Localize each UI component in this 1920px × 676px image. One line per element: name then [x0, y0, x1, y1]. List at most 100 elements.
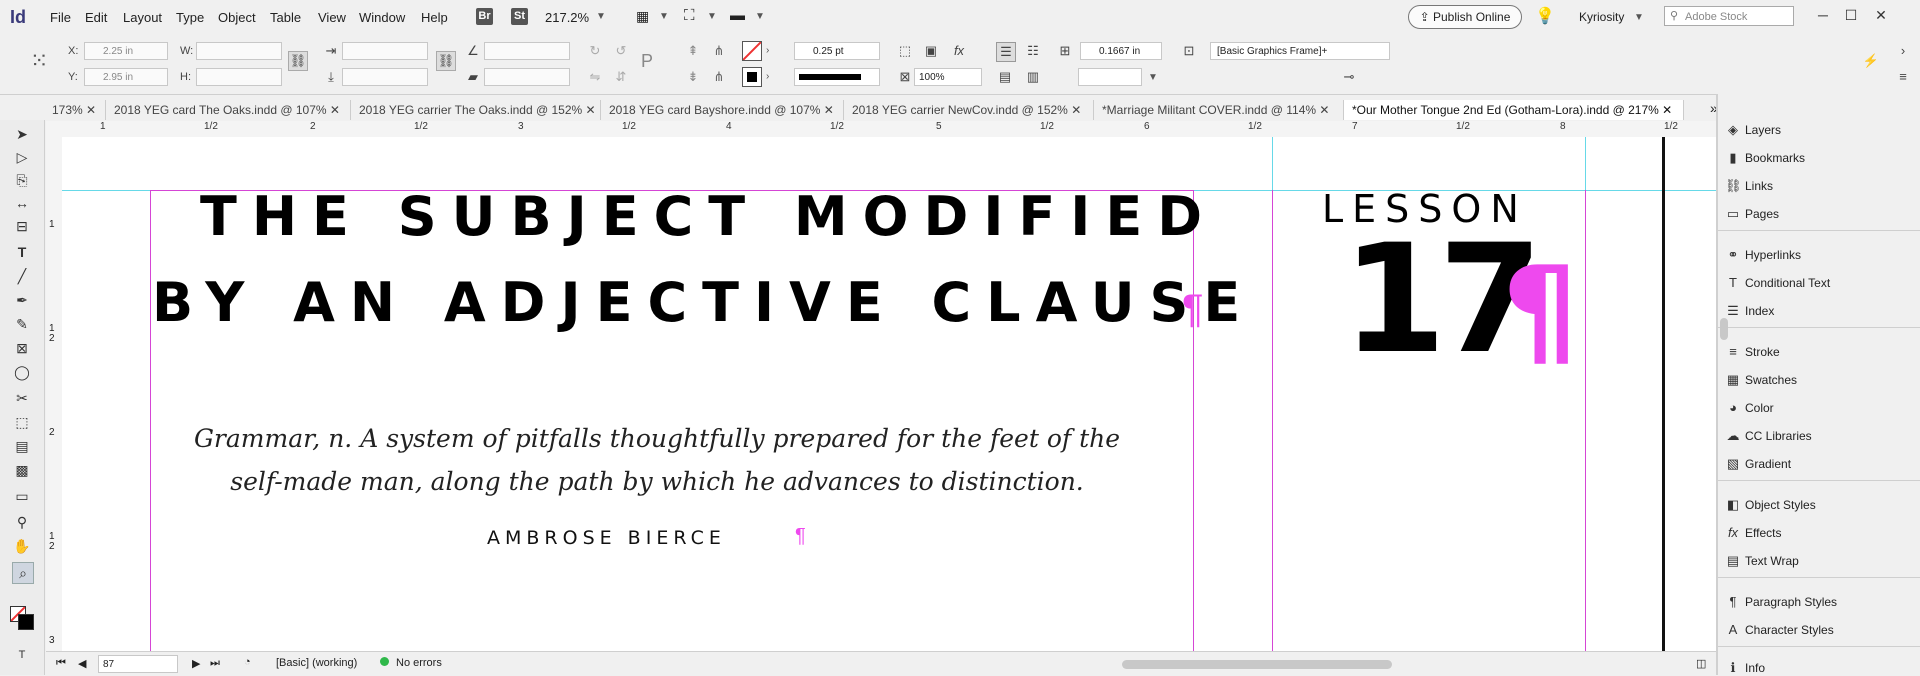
corner-options-field[interactable]	[1078, 68, 1142, 86]
menu-layout[interactable]: Layout	[123, 10, 162, 25]
select-content-icon[interactable]: ⇟	[684, 68, 702, 86]
panel-splitter[interactable]	[1716, 94, 1718, 675]
w-field[interactable]	[196, 42, 282, 60]
ellipse-tool-icon[interactable]: ◯	[12, 362, 32, 382]
rotate-cw-icon[interactable]: ↻	[586, 42, 604, 60]
chapter-title-line-1[interactable]: THE SUBJECT MODIFIED	[200, 185, 1217, 248]
fill-none-swatch[interactable]	[742, 41, 762, 61]
panel-item-bookmarks[interactable]: Bookmarks	[1745, 151, 1805, 165]
chevron-right-icon[interactable]: ›	[766, 71, 769, 82]
menu-type[interactable]: Type	[176, 10, 204, 25]
menu-help[interactable]: Help	[421, 10, 448, 25]
panel-item-color[interactable]: Color	[1745, 401, 1774, 415]
object-style-select[interactable]: [Basic Graphics Frame]+	[1210, 42, 1390, 60]
tab-document[interactable]: 2018 YEG carrier The Oaks.indd @ 152% ✕	[351, 100, 601, 120]
close-window-button[interactable]: ✕	[1868, 4, 1894, 28]
panel-item-layers[interactable]: Layers	[1745, 123, 1781, 137]
stroke-swatch[interactable]	[742, 67, 762, 87]
panel-item-info[interactable]: Info	[1745, 661, 1765, 675]
close-icon[interactable]: ✕	[330, 103, 340, 117]
align-center-icon[interactable]: ☷	[1024, 42, 1042, 60]
x-field[interactable]: 2.25 in	[84, 42, 168, 60]
panel-item-gradient[interactable]: Gradient	[1745, 457, 1791, 471]
chevron-down-icon[interactable]: ▼	[1634, 12, 1644, 23]
panel-menu-icon[interactable]: ≡	[1894, 68, 1912, 86]
text-wrap-icon[interactable]: ▤	[996, 68, 1014, 86]
rotate-ccw-icon[interactable]: ↺	[612, 42, 630, 60]
fill-stroke-swatch[interactable]	[10, 606, 34, 630]
next-page-icon[interactable]: ▶	[192, 657, 200, 670]
gradient-swatch-tool-icon[interactable]: ▤	[12, 436, 32, 456]
close-icon[interactable]: ✕	[1662, 103, 1672, 117]
pencil-tool-icon[interactable]: ✎	[12, 314, 32, 334]
close-icon[interactable]: ✕	[1071, 103, 1081, 117]
screen-mode-icon[interactable]: ⛶	[684, 7, 695, 24]
panel-item-effects[interactable]: Effects	[1745, 526, 1781, 540]
publish-online-button[interactable]: ⇪ Publish Online	[1408, 5, 1522, 29]
preflight-icon[interactable]: ◔	[244, 656, 251, 668]
quote-author[interactable]: AMBROSE BIERCE	[487, 527, 726, 549]
close-icon[interactable]: ✕	[824, 103, 834, 117]
fit-frame-icon[interactable]: ▣	[922, 42, 940, 60]
eyedropper-tool-icon[interactable]: ⚲	[12, 512, 32, 532]
menu-object[interactable]: Object	[218, 10, 256, 25]
selection-tool-icon[interactable]: ➤	[12, 124, 32, 144]
minimize-button[interactable]: ─	[1810, 4, 1836, 28]
rectangle-frame-tool-icon[interactable]: ⊠	[12, 338, 32, 358]
last-page-icon[interactable]: ⏭	[210, 657, 220, 670]
clear-overrides-icon[interactable]: ⊸	[1340, 68, 1358, 86]
h-field[interactable]	[196, 68, 282, 86]
horizontal-scrollbar[interactable]	[1122, 660, 1392, 669]
scale-y-field[interactable]	[342, 68, 428, 86]
gradient-feather-tool-icon[interactable]: ▩	[12, 460, 32, 480]
previous-page-icon[interactable]: ◀	[78, 657, 86, 670]
tab-document[interactable]: 2018 YEG card Bayshore.indd @ 107% ✕	[601, 100, 844, 120]
scale-x-field[interactable]	[342, 42, 428, 60]
free-transform-tool-icon[interactable]: ⬚	[12, 412, 32, 432]
stroke-weight-field[interactable]: 0.25 pt	[794, 42, 880, 60]
bridge-button[interactable]: Br	[476, 8, 493, 25]
tab-document-active[interactable]: *Our Mother Tongue 2nd Ed (Gotham-Lora).…	[1344, 100, 1684, 120]
hand-tool-icon[interactable]: ✋	[12, 536, 32, 556]
direct-selection-tool-icon[interactable]: ▷	[12, 147, 32, 167]
stroke-type-select[interactable]	[794, 68, 880, 86]
y-field[interactable]: 2.95 in	[84, 68, 168, 86]
panel-item-cc-libraries[interactable]: CC Libraries	[1745, 429, 1812, 443]
formatting-affects-text-icon[interactable]: T	[12, 645, 32, 665]
fx-icon[interactable]: fx	[950, 42, 968, 60]
panel-item-character-styles[interactable]: Character Styles	[1745, 623, 1834, 637]
content-collector-icon[interactable]: ⊟	[12, 216, 32, 236]
error-status[interactable]: No errors	[396, 657, 442, 669]
zoom-level[interactable]: 217.2%	[545, 10, 589, 25]
panel-item-conditional-text[interactable]: Conditional Text	[1745, 276, 1830, 290]
flip-v-icon[interactable]: ⇵	[612, 68, 630, 86]
panel-item-object-styles[interactable]: Object Styles	[1745, 498, 1816, 512]
tab-document[interactable]: 2018 YEG carrier NewCov.indd @ 152% ✕	[844, 100, 1094, 120]
vertical-scrollbar[interactable]	[1720, 318, 1728, 340]
frame-fitting-icon[interactable]: ⬚	[896, 42, 914, 60]
reference-point-icon[interactable]: ⁙	[30, 48, 48, 74]
tab-document[interactable]: 2018 YEG card The Oaks.indd @ 107% ✕	[106, 100, 351, 120]
adobe-stock-search[interactable]: Adobe Stock	[1664, 6, 1794, 26]
pen-tool-icon[interactable]: ✒	[12, 290, 32, 310]
rotation-field[interactable]	[484, 42, 570, 60]
menu-view[interactable]: View	[318, 10, 346, 25]
page-number-field[interactable]: 87	[98, 655, 178, 673]
collapse-panel-icon[interactable]: ›	[1894, 42, 1912, 60]
panel-item-index[interactable]: Index	[1745, 304, 1774, 318]
zoom-tool-icon[interactable]: ⌕	[12, 562, 34, 584]
menu-table[interactable]: Table	[270, 10, 301, 25]
chevron-right-icon[interactable]: ›	[766, 45, 769, 56]
panel-item-stroke[interactable]: Stroke	[1745, 345, 1780, 359]
stock-button[interactable]: St	[511, 8, 528, 25]
tab-document[interactable]: 173% ✕	[44, 100, 106, 120]
maximize-button[interactable]: ☐	[1838, 4, 1864, 28]
text-wrap-around-icon[interactable]: ▥	[1024, 68, 1042, 86]
chevron-down-icon[interactable]: ▼	[1148, 72, 1158, 83]
close-icon[interactable]: ✕	[1319, 103, 1329, 117]
type-tool-icon[interactable]: T	[12, 242, 32, 262]
scissors-tool-icon[interactable]: ✂	[12, 388, 32, 408]
select-previous-icon[interactable]: ⋔	[710, 42, 728, 60]
select-next-icon[interactable]: ⋔	[710, 68, 728, 86]
menu-window[interactable]: Window	[359, 10, 405, 25]
